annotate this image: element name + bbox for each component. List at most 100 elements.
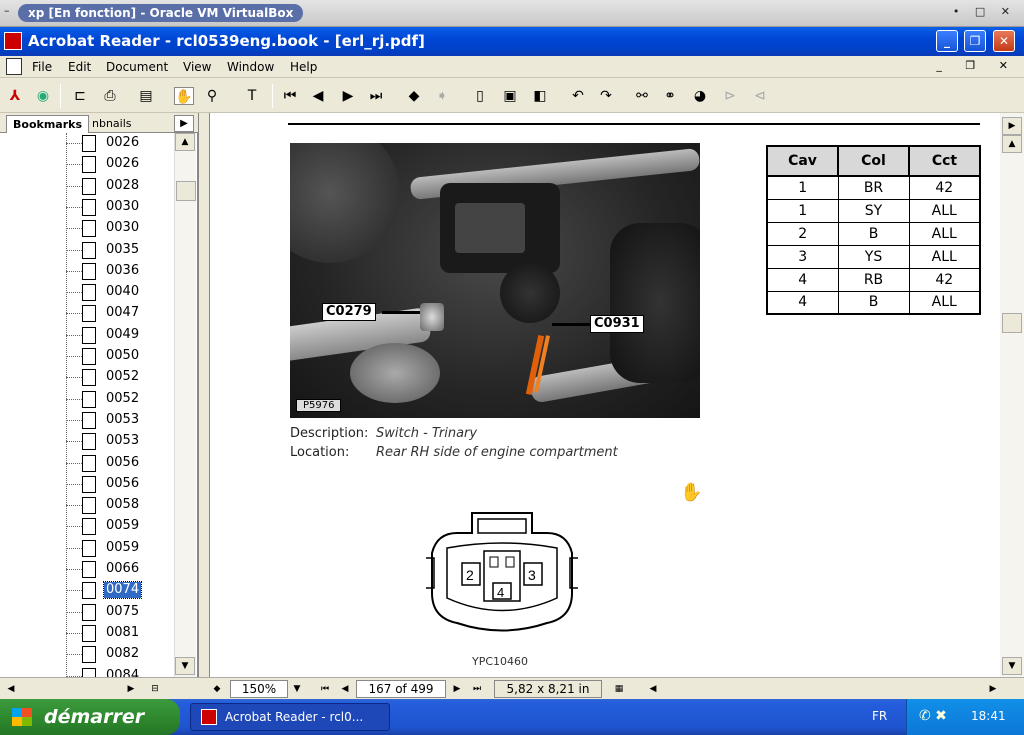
menu-document[interactable]: Document (106, 60, 168, 74)
table-cell: ALL (908, 244, 981, 269)
table-cell: SY (837, 198, 910, 223)
zoom-dropdown-icon[interactable]: ▼ (290, 680, 304, 698)
rotate-left-icon[interactable]: ↶ (568, 87, 588, 105)
maximize-button[interactable]: ❐ (964, 30, 986, 52)
scroll-left-icon[interactable]: ◀ (646, 680, 660, 698)
network-icon[interactable]: ✆ ✖ (919, 708, 947, 724)
acrobat-icon[interactable]: ⅄ (5, 87, 25, 105)
bookmark-page-icon (82, 348, 96, 365)
bookmark-label: 0026 (106, 135, 140, 150)
document-icon[interactable] (6, 58, 22, 75)
open-icon[interactable]: ⊏ (70, 87, 90, 105)
go-forward-icon[interactable]: ➧ (432, 87, 452, 105)
page-layout-icon[interactable]: ▦ (612, 680, 626, 698)
tree-branch (66, 654, 82, 656)
page-field[interactable]: 167 of 499 (356, 680, 446, 698)
fit-width-icon[interactable]: ◧ (530, 87, 550, 105)
nav-menu-arrow-icon[interactable]: ▶ (174, 115, 194, 132)
scroll-down-icon[interactable]: ▼ (175, 657, 195, 675)
scroll-thumb[interactable] (176, 181, 196, 201)
tab-bookmarks[interactable]: Bookmarks (6, 115, 89, 133)
tree-branch (66, 164, 82, 166)
connector-diagram: 2 3 4 (426, 512, 578, 632)
scroll-thumb[interactable] (1002, 313, 1022, 333)
previous-page-icon[interactable]: ◀ (308, 87, 328, 105)
language-indicator[interactable]: FR (872, 709, 887, 723)
virtualbox-titlebar: – xp [En fonction] - Oracle VM VirtualBo… (0, 0, 1024, 27)
bookmark-label: 0059 (106, 539, 140, 555)
tree-branch (66, 569, 82, 570)
menu-edit[interactable]: Edit (68, 60, 91, 74)
next-page-icon[interactable]: ▶ (338, 87, 358, 105)
scroll-up-icon[interactable]: ▲ (1002, 135, 1022, 153)
table-cell: 42 (908, 175, 981, 200)
previous-page-icon[interactable]: ◀ (338, 680, 352, 698)
bookmark-page-icon (82, 411, 96, 429)
menu-file[interactable]: File (32, 60, 52, 74)
pin-label: 2 (466, 567, 474, 583)
search-results-icon[interactable]: ◕ (690, 87, 710, 105)
table-row: 4 B ALL (766, 290, 981, 315)
vbox-title: xp [En fonction] - Oracle VM VirtualBox (18, 4, 304, 22)
bookmark-list: 0026 0026 0028 0030 0030 0035 0036 0040 0047 0049… (0, 133, 172, 677)
tree-branch (66, 377, 82, 379)
bookmark-label: 0056 (106, 454, 140, 470)
print-icon[interactable]: ⎙ (100, 87, 120, 105)
scroll-up-icon[interactable]: ▲ (175, 133, 195, 151)
next-page-icon[interactable]: ▶ (450, 680, 464, 698)
document-window-controls[interactable]: _ ❐ ✕ (936, 59, 1018, 72)
tab-thumbnails[interactable]: nbnails (92, 117, 132, 130)
next-highlight-icon[interactable]: ⊲ (750, 87, 770, 105)
actual-size-icon[interactable]: ▯ (470, 87, 490, 105)
bookmark-page-icon (82, 475, 96, 493)
bookmark-scrollbar[interactable]: ▲ ▼ (174, 133, 196, 677)
menu-window[interactable]: Window (227, 60, 274, 74)
page-layout-icon[interactable]: ⊟ (148, 680, 162, 698)
last-page-icon[interactable]: ⏭ (366, 87, 386, 105)
vbox-window-controls[interactable]: • □ ✕ (953, 5, 1016, 18)
taskbar-acrobat-button[interactable]: Acrobat Reader - rcl0... (190, 703, 390, 731)
table-cell: 42 (908, 267, 981, 292)
last-page-icon[interactable]: ⏭ (470, 680, 484, 698)
menu-view[interactable]: View (183, 60, 211, 74)
bookmark-page-icon (82, 561, 96, 578)
close-button[interactable]: ✕ (993, 30, 1015, 52)
description-label: Description: (290, 426, 369, 441)
go-back-icon[interactable]: ◆ (404, 87, 424, 105)
tree-branch (66, 462, 82, 464)
rotate-right-icon[interactable]: ↷ (596, 87, 616, 105)
bookmark-label: 0056 (106, 475, 140, 491)
previous-highlight-icon[interactable]: ⊳ (720, 87, 740, 105)
table-cell: RB (837, 267, 910, 292)
pane-splitter[interactable] (198, 113, 210, 677)
web-capture-icon[interactable]: ◉ (33, 87, 53, 105)
zoom-field[interactable]: 150% (230, 680, 288, 698)
first-page-icon[interactable]: ⏮ (280, 87, 300, 105)
bookmark-label: 0026 (106, 156, 140, 172)
scroll-left-icon[interactable]: ◀ (4, 680, 18, 698)
menu-help[interactable]: Help (290, 60, 317, 74)
show-hide-navigation-icon[interactable]: ▤ (136, 87, 156, 105)
document-scrollbar[interactable]: ▶ ▲ ▼ (1000, 113, 1024, 677)
taskbar-button-label: Acrobat Reader - rcl0... (225, 710, 364, 724)
scroll-right-icon[interactable]: ▶ (124, 680, 138, 698)
document-page: C0279 C0931 P5976 Description: Switch - T… (210, 113, 1000, 677)
table-cell: B (837, 221, 910, 246)
split-icon[interactable]: ◆ (210, 680, 224, 698)
scroll-down-icon[interactable]: ▼ (1002, 657, 1022, 675)
hand-tool-icon[interactable]: ✋ (174, 87, 194, 105)
search-icon[interactable]: ⚭ (660, 87, 680, 105)
text-select-icon[interactable]: T (242, 87, 262, 105)
tree-branch (66, 228, 82, 230)
first-page-icon[interactable]: ⏮ (318, 680, 332, 698)
table-row: 2 B ALL (766, 221, 981, 246)
zoom-tool-icon[interactable]: ⚲ (202, 87, 222, 105)
find-icon[interactable]: ⚯ (632, 87, 652, 105)
vbox-menu-button[interactable]: – (4, 4, 10, 17)
scroll-right-icon[interactable]: ▶ (1002, 117, 1022, 135)
scroll-right-icon[interactable]: ▶ (986, 680, 1000, 698)
fit-page-icon[interactable]: ▣ (500, 87, 520, 105)
start-button[interactable]: démarrer (0, 699, 180, 735)
minimize-button[interactable]: _ (936, 30, 958, 52)
tree-branch (66, 143, 82, 144)
